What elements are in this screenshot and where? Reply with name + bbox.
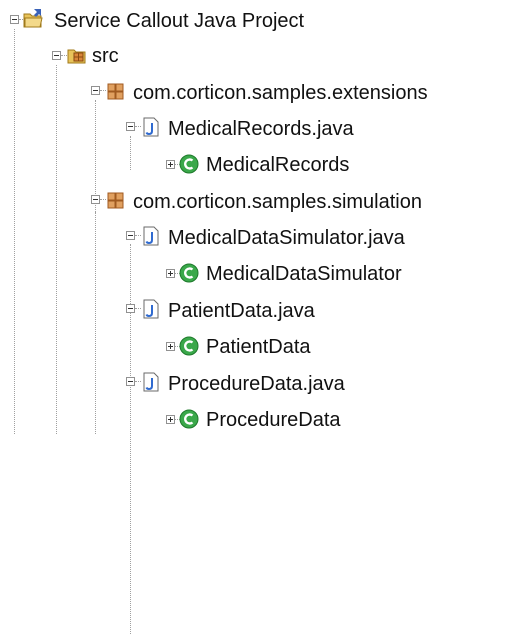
- class-icon: [178, 335, 200, 357]
- collapse-toggle-project[interactable]: [10, 15, 19, 24]
- java-file-icon: [140, 116, 162, 138]
- tree-guide-line: [95, 212, 96, 434]
- tree-item-package-simulation[interactable]: com.corticon.samples.simulation: [133, 190, 422, 214]
- java-file-icon: [140, 298, 162, 320]
- class-icon: [178, 408, 200, 430]
- tree-guide-line: [56, 65, 57, 434]
- tree-guide-line: [14, 29, 15, 434]
- java-file-icon: [140, 371, 162, 393]
- tree-item-medicaldatasimulator-java[interactable]: MedicalDataSimulator.java: [168, 226, 405, 250]
- tree-guide-line: [130, 136, 131, 170]
- collapse-toggle-medicaldatasimulator-java[interactable]: [126, 231, 135, 240]
- expand-toggle-proceduredata-class[interactable]: [166, 415, 175, 424]
- tree-guide-line: [130, 244, 131, 634]
- collapse-toggle-patientdata-java[interactable]: [126, 304, 135, 313]
- tree-item-proceduredata-class[interactable]: ProcedureData: [206, 408, 341, 432]
- tree-item-patientdata-java[interactable]: PatientData.java: [168, 299, 315, 323]
- expand-toggle-patientdata-class[interactable]: [166, 342, 175, 351]
- expand-toggle-medicaldatasimulator-class[interactable]: [166, 269, 175, 278]
- tree-item-medicalrecords-class[interactable]: MedicalRecords: [206, 153, 349, 177]
- java-project-icon: [22, 8, 44, 30]
- collapse-toggle-package-extensions[interactable]: [91, 86, 100, 95]
- collapse-toggle-package-simulation[interactable]: [91, 195, 100, 204]
- class-icon: [178, 262, 200, 284]
- tree-item-medicalrecords-java[interactable]: MedicalRecords.java: [168, 117, 354, 141]
- tree-item-package-extensions[interactable]: com.corticon.samples.extensions: [133, 81, 428, 105]
- java-file-icon: [140, 225, 162, 247]
- tree-item-medicaldatasimulator-class[interactable]: MedicalDataSimulator: [206, 262, 402, 286]
- source-folder-icon: [66, 44, 88, 66]
- collapse-toggle-medicalrecords-java[interactable]: [126, 122, 135, 131]
- collapse-toggle-src[interactable]: [52, 51, 61, 60]
- tree-item-src[interactable]: src: [92, 44, 119, 68]
- class-icon: [178, 153, 200, 175]
- collapse-toggle-proceduredata-java[interactable]: [126, 377, 135, 386]
- package-explorer-tree: Service Callout Java Project src com.cor…: [0, 0, 513, 634]
- tree-item-proceduredata-java[interactable]: ProcedureData.java: [168, 372, 345, 396]
- expand-toggle-medicalrecords-class[interactable]: [166, 160, 175, 169]
- tree-item-project[interactable]: Service Callout Java Project: [54, 9, 304, 33]
- package-icon: [105, 189, 127, 211]
- tree-item-patientdata-class[interactable]: PatientData: [206, 335, 311, 359]
- package-icon: [105, 80, 127, 102]
